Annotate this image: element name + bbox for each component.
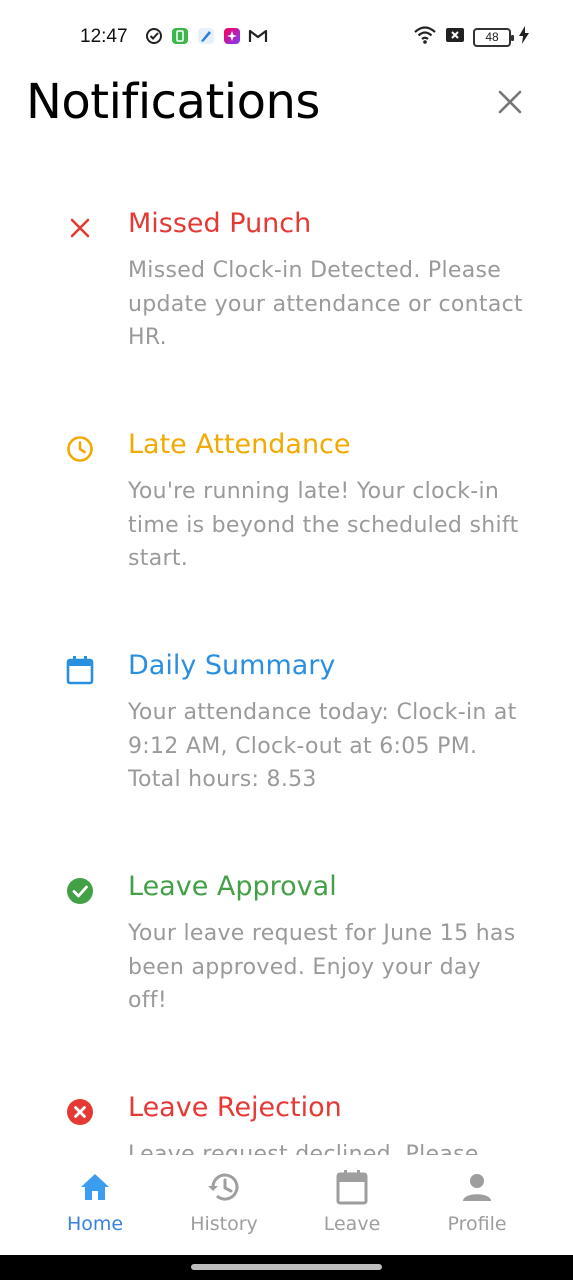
nav-item-history[interactable]: History xyxy=(169,1155,279,1255)
close-button[interactable] xyxy=(494,88,526,120)
history-icon xyxy=(206,1169,242,1205)
notification-title: Late Attendance xyxy=(128,429,351,460)
notification-body: Missed Clock-in Detected. Please update … xyxy=(128,258,523,350)
blue-app-icon xyxy=(196,26,216,46)
notification-list[interactable]: Missed Punch Missed Clock-in Detected. P… xyxy=(0,190,573,1155)
calendar-icon xyxy=(64,654,96,686)
notification-title: Missed Punch xyxy=(128,208,312,239)
notification-body: Your leave request for June 15 has been … xyxy=(128,921,516,1013)
sim-x-icon xyxy=(445,26,465,48)
charging-bolt-icon xyxy=(519,26,529,48)
calendar-icon xyxy=(334,1169,370,1205)
status-time: 12:47 xyxy=(80,26,128,47)
home-icon xyxy=(77,1169,113,1205)
notification-body: Your attendance today: Clock-in at 9:12 … xyxy=(128,700,517,792)
nav-label: Profile xyxy=(447,1213,507,1235)
close-icon xyxy=(497,89,523,119)
clock-icon xyxy=(64,433,96,465)
check-circle-icon xyxy=(64,875,96,907)
nav-label: Home xyxy=(66,1213,124,1235)
notification-body: Leave request declined. Please xyxy=(128,1142,479,1155)
battery-icon: 48 xyxy=(473,27,514,47)
nav-item-home[interactable]: Home xyxy=(40,1155,150,1255)
notification-title: Leave Approval xyxy=(128,871,337,902)
gmail-icon xyxy=(248,26,268,46)
system-gesture-bar xyxy=(0,1255,573,1280)
page-title: Notifications xyxy=(26,74,320,130)
green-app-icon xyxy=(170,26,190,46)
wifi-icon xyxy=(413,25,437,49)
status-notification-icons xyxy=(144,26,268,46)
nav-item-profile[interactable]: Profile xyxy=(422,1155,532,1255)
bottom-navigation: Home History Leave Profile xyxy=(0,1155,573,1255)
person-icon xyxy=(459,1169,495,1205)
cancel-circle-icon xyxy=(64,1096,96,1128)
x-mark-icon xyxy=(64,212,96,244)
gesture-handle[interactable] xyxy=(191,1264,382,1270)
gradient-app-icon xyxy=(222,26,242,46)
notification-title: Leave Rejection xyxy=(128,1092,342,1123)
nav-label: Leave xyxy=(323,1213,381,1235)
check-circle-icon xyxy=(144,26,164,46)
status-bar: 12:47 48 xyxy=(0,0,573,72)
notification-title: Daily Summary xyxy=(128,650,336,681)
nav-item-leave[interactable]: Leave xyxy=(297,1155,407,1255)
nav-label: History xyxy=(190,1213,258,1235)
notification-body: You're running late! Your clock-in time … xyxy=(128,479,519,571)
status-system-icons: 48 xyxy=(413,25,529,49)
